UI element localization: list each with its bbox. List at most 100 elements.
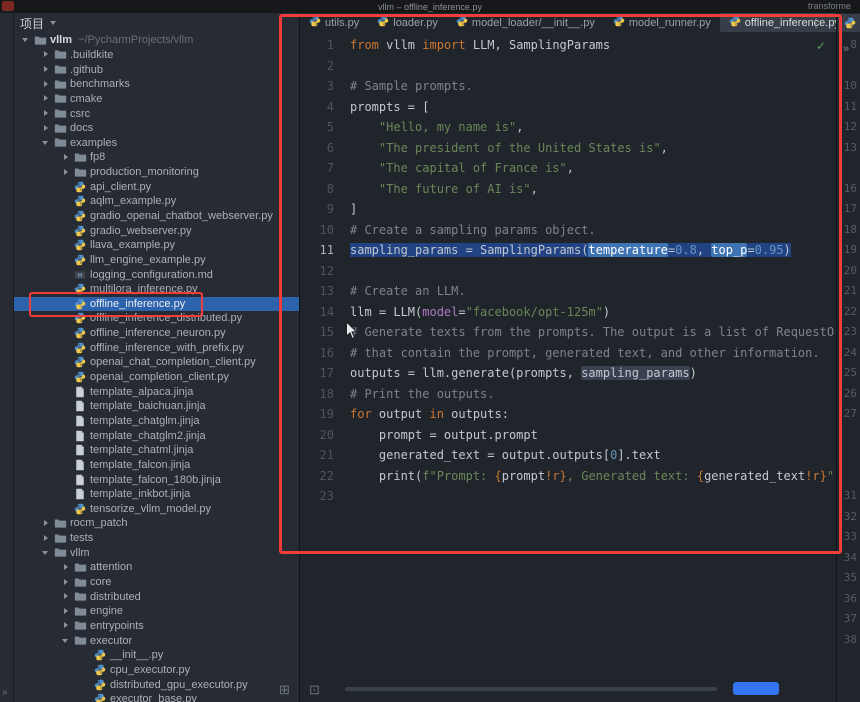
code-line-1[interactable]: from vllm import LLM, SamplingParams [350, 35, 836, 56]
code-line-17[interactable]: outputs = llm.generate(prompts, sampling… [350, 363, 836, 384]
line-number-20[interactable]: 20 [300, 425, 344, 446]
secondary-line-number[interactable] [837, 56, 857, 77]
secondary-line-number[interactable]: 25 [837, 363, 857, 384]
code-line-22[interactable]: print(f"Prompt: {prompt!r}, Generated te… [350, 466, 836, 487]
secondary-line-number[interactable] [837, 425, 857, 446]
tab-model-loader-init-py[interactable]: model_loader/__init__.py [447, 13, 604, 32]
tree-item-engine[interactable]: engine [13, 604, 299, 619]
line-number-4[interactable]: 4 [300, 97, 344, 118]
inspection-ok-icon[interactable]: ✓ [816, 39, 826, 53]
tree-item-logging-configuration-md[interactable]: Mlogging_configuration.md [13, 267, 299, 282]
line-number-23[interactable]: 23 [300, 486, 344, 507]
secondary-line-number[interactable]: 23 [837, 322, 857, 343]
secondary-line-number[interactable]: 34 [837, 548, 857, 569]
chevron-right-icon[interactable] [39, 121, 52, 136]
tree-item-multilora-inference-py[interactable]: multilora_inference.py [13, 282, 299, 297]
secondary-line-number[interactable]: 10 [837, 76, 857, 97]
line-number-6[interactable]: 6 [300, 138, 344, 159]
chevron-right-icon[interactable] [39, 77, 52, 92]
chevron-right-icon[interactable] [59, 560, 72, 575]
secondary-line-number[interactable] [837, 466, 857, 487]
code-line-2[interactable] [350, 56, 836, 77]
tree-item-aqlm-example-py[interactable]: aqlm_example.py [13, 194, 299, 209]
tree-item-template-inkbot-jinja[interactable]: template_inkbot.jinja [13, 487, 299, 502]
tree-item-tests[interactable]: tests [13, 531, 299, 546]
code-line-6[interactable]: "The president of the United States is", [350, 138, 836, 159]
secondary-line-number[interactable]: 38 [837, 630, 857, 651]
tree-item-github[interactable]: .github [13, 62, 299, 77]
secondary-line-number[interactable] [837, 445, 857, 466]
code-line-23[interactable] [350, 486, 836, 507]
code-line-3[interactable]: # Sample prompts. [350, 76, 836, 97]
chevron-right-icon[interactable] [39, 48, 52, 63]
secondary-line-number[interactable]: 20 [837, 261, 857, 282]
tab-utils-py[interactable]: utils.py [300, 13, 368, 32]
tab-loader-py[interactable]: loader.py [368, 13, 447, 32]
code-line-15[interactable]: # Generate texts from the prompts. The o… [350, 322, 836, 343]
secondary-line-number[interactable]: 12 [837, 117, 857, 138]
secondary-line-number[interactable]: 13 [837, 138, 857, 159]
tree-item-template-chatglm-jinja[interactable]: template_chatglm.jinja [13, 414, 299, 429]
line-number-21[interactable]: 21 [300, 445, 344, 466]
tree-item-distributed-gpu-executor-py[interactable]: distributed_gpu_executor.py [13, 677, 299, 692]
tree-item-csrc[interactable]: csrc [13, 106, 299, 121]
tree-item-executor-base-py[interactable]: executor_base.py [13, 692, 299, 702]
secondary-line-number[interactable]: 37 [837, 609, 857, 630]
secondary-line-number[interactable]: 19 [837, 240, 857, 261]
tab-model-runner-py[interactable]: model_runner.py [604, 13, 720, 32]
chevron-down-icon[interactable] [59, 633, 72, 648]
line-number-12[interactable]: 12 [300, 261, 344, 282]
secondary-line-number[interactable]: 27 [837, 404, 857, 425]
tree-item-tensorize-vllm-model-py[interactable]: tensorize_vllm_model.py [13, 502, 299, 517]
tree-item-fp8[interactable]: fp8 [13, 150, 299, 165]
horizontal-scrollbar[interactable] [345, 687, 717, 691]
tree-item-offline-inference-with-prefix-py[interactable]: offline_inference_with_prefix.py [13, 340, 299, 355]
secondary-line-number[interactable]: 11 [837, 97, 857, 118]
chevron-right-icon[interactable] [59, 604, 72, 619]
chevron-right-icon[interactable] [59, 165, 72, 180]
line-number-2[interactable]: 2 [300, 56, 344, 77]
line-number-1[interactable]: 1 [300, 35, 344, 56]
tree-item-core[interactable]: core [13, 575, 299, 590]
secondary-line-number[interactable]: 36 [837, 589, 857, 610]
code-line-13[interactable]: # Create an LLM. [350, 281, 836, 302]
tree-item-gradio-openai-chatbot-webserver-py[interactable]: gradio_openai_chatbot_webserver.py [13, 209, 299, 224]
secondary-line-number[interactable] [837, 158, 857, 179]
code-area[interactable]: from vllm import LLM, SamplingParams # Sa… [350, 35, 836, 507]
line-number-14[interactable]: 14 [300, 302, 344, 323]
chevron-down-icon[interactable] [39, 545, 52, 560]
line-number-18[interactable]: 18 [300, 384, 344, 405]
line-number-15[interactable]: 15 [300, 322, 344, 343]
tree-item-template-baichuan-jinja[interactable]: template_baichuan.jinja [13, 399, 299, 414]
tree-item-template-chatglm2-jinja[interactable]: template_chatglm2.jinja [13, 428, 299, 443]
tree-item-examples[interactable]: examples [13, 135, 299, 150]
secondary-line-number[interactable]: 26 [837, 384, 857, 405]
code-line-21[interactable]: generated_text = output.outputs[0].text [350, 445, 836, 466]
line-number-5[interactable]: 5 [300, 117, 344, 138]
tree-item-production-monitoring[interactable]: production_monitoring [13, 165, 299, 180]
tree-item-template-falcon-jinja[interactable]: template_falcon.jinja [13, 458, 299, 473]
tree-item-init-py[interactable]: __init__.py [13, 648, 299, 663]
code-line-18[interactable]: # Print the outputs. [350, 384, 836, 405]
project-panel-header[interactable]: 项目 [13, 13, 299, 33]
line-number-10[interactable]: 10 [300, 220, 344, 241]
tree-item-openai-completion-client-py[interactable]: openai_completion_client.py [13, 370, 299, 385]
secondary-line-number[interactable]: 22 [837, 302, 857, 323]
tree-item-gradio-webserver-py[interactable]: gradio_webserver.py [13, 223, 299, 238]
secondary-line-number[interactable]: 18 [837, 220, 857, 241]
tree-item-template-alpaca-jinja[interactable]: template_alpaca.jinja [13, 384, 299, 399]
code-line-16[interactable]: # that contain the prompt, generated tex… [350, 343, 836, 364]
chevron-right-icon[interactable] [59, 575, 72, 590]
tree-item-cpu-executor-py[interactable]: cpu_executor.py [13, 663, 299, 678]
chevron-right-icon[interactable] [59, 150, 72, 165]
chevron-down-icon[interactable] [39, 135, 52, 150]
chevron-right-icon[interactable] [39, 516, 52, 531]
editor-layout-icon[interactable]: ⊞ [279, 682, 290, 698]
secondary-line-number[interactable]: 32 [837, 507, 857, 528]
code-line-7[interactable]: "The capital of France is", [350, 158, 836, 179]
chevron-down-icon[interactable] [19, 33, 32, 48]
tree-item-distributed[interactable]: distributed [13, 589, 299, 604]
tree-item-openai-chat-completion-client-py[interactable]: openai_chat_completion_client.py [13, 355, 299, 370]
line-number-19[interactable]: 19 [300, 404, 344, 425]
code-line-5[interactable]: "Hello, my name is", [350, 117, 836, 138]
